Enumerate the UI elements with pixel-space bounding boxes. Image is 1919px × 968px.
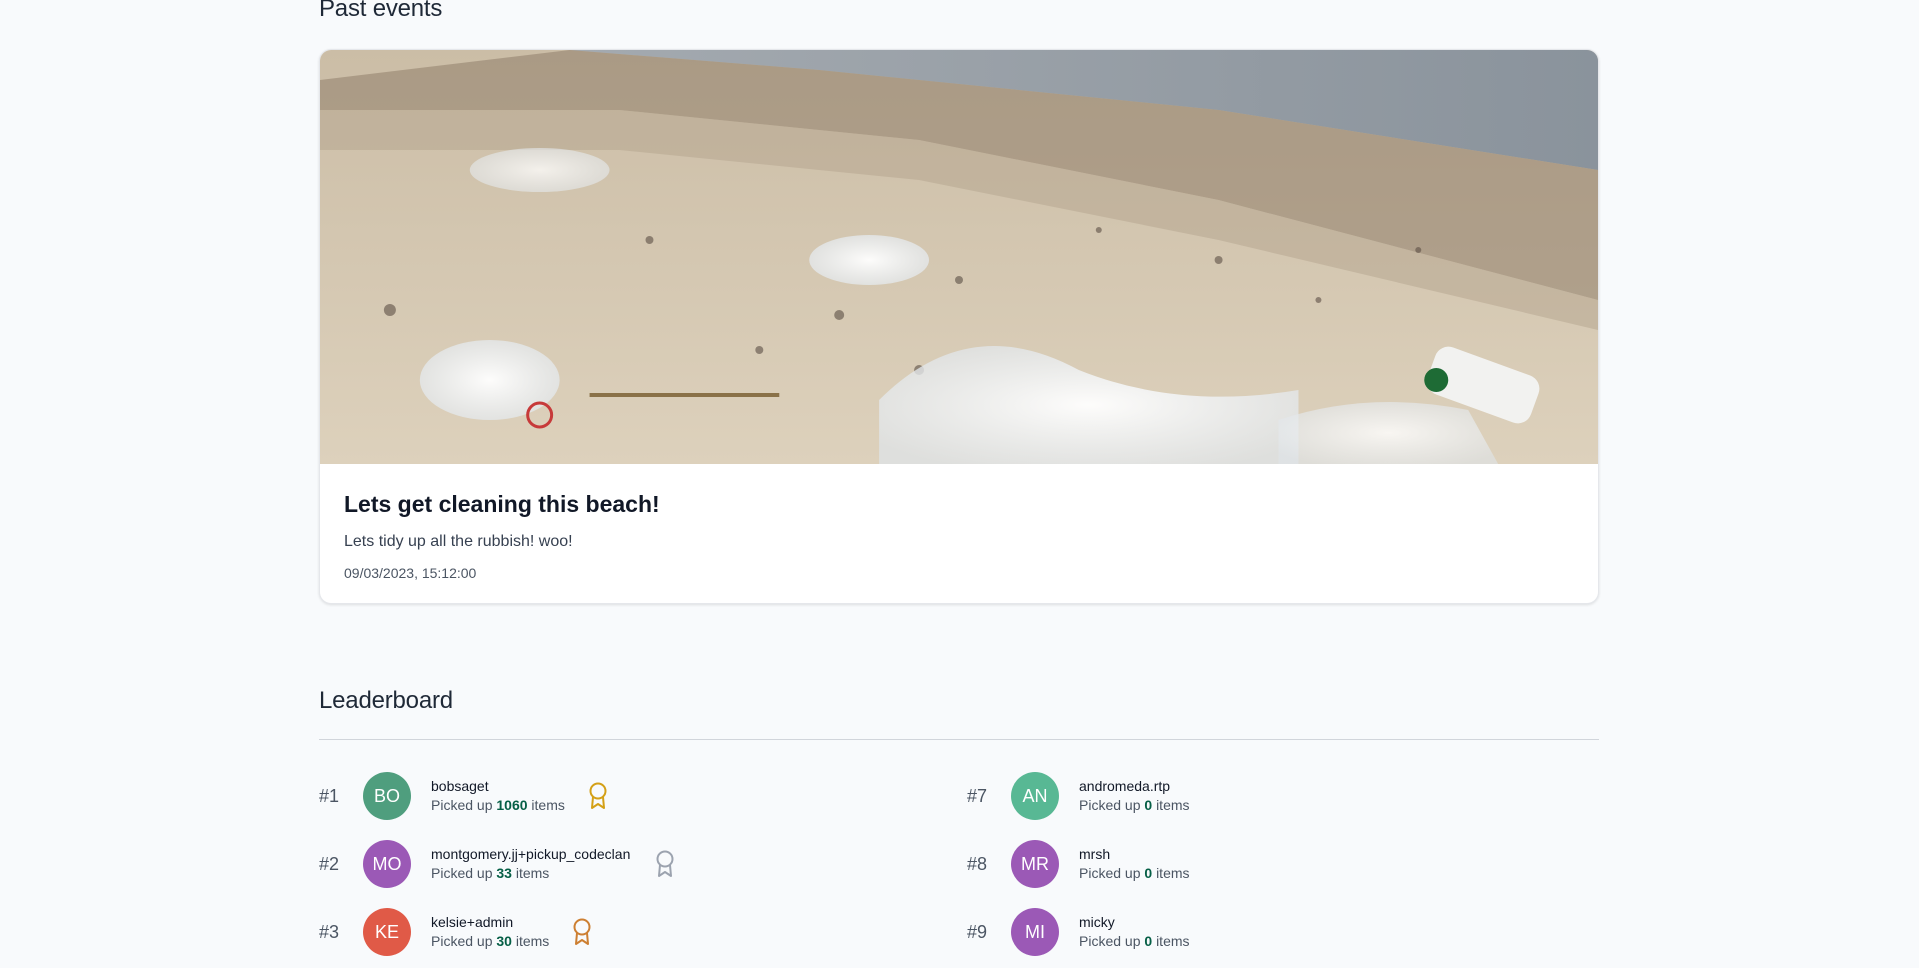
avatar: MR [1011, 840, 1059, 888]
picked-suffix: items [515, 933, 550, 949]
leaderboard-row: #8 MR mrsh Picked up 0 items [967, 840, 1567, 888]
picked-prefix: Picked up [1079, 933, 1141, 949]
leaderboard-username: mrsh [1079, 846, 1111, 862]
items-count: 33 [496, 865, 512, 881]
leaderboard-count-line: Picked up 0 items [1079, 932, 1190, 951]
leaderboard-count-line: Picked up 0 items [1079, 796, 1190, 815]
leaderboard-row: #7 AN andromeda.rtp Picked up 0 items [967, 772, 1567, 820]
avatar-initials: AN [1022, 785, 1048, 806]
picked-suffix: items [1156, 933, 1190, 949]
silver-medal-icon [656, 850, 674, 877]
avatar-initials: BO [373, 785, 400, 806]
picked-suffix: items [1156, 865, 1190, 881]
leaderboard-rank: #3 [319, 921, 340, 942]
items-count: 0 [1144, 933, 1153, 949]
leaderboard-info: micky Picked up 0 items [1079, 913, 1190, 951]
event-body: Lets get cleaning this beach! Lets tidy … [320, 464, 1598, 603]
picked-prefix: Picked up [431, 865, 493, 881]
avatar: AN [1011, 772, 1059, 820]
leaderboard-column-right: #7 AN andromeda.rtp Picked up 0 items #8… [967, 772, 1567, 968]
avatar-initials: MO [372, 853, 402, 874]
picked-prefix: Picked up [1079, 865, 1141, 881]
picked-prefix: Picked up [431, 933, 493, 949]
bronze-medal-icon [573, 918, 591, 945]
gold-medal-icon [589, 782, 607, 809]
leaderboard-row: #9 MI micky Picked up 0 items [967, 908, 1567, 956]
leaderboard-rank: #8 [967, 853, 988, 874]
leaderboard-info: kelsie+admin Picked up 30 items [431, 913, 549, 951]
items-count: 0 [1144, 797, 1153, 813]
leaderboard-rank: #2 [319, 853, 340, 874]
avatar: MI [1011, 908, 1059, 956]
avatar: BO [363, 772, 411, 820]
leaderboard-count-line: Picked up 30 items [431, 932, 549, 951]
leaderboard-count-line: Picked up 33 items [431, 864, 630, 883]
past-events-heading: Past events [319, 0, 443, 22]
avatar: KE [363, 908, 411, 956]
picked-suffix: items [515, 865, 550, 881]
avatar-initials: MI [1025, 921, 1045, 942]
picked-suffix: items [531, 797, 565, 813]
items-count: 30 [496, 933, 512, 949]
leaderboard-info: bobsaget Picked up 1060 items [431, 777, 565, 815]
picked-prefix: Picked up [431, 797, 493, 813]
leaderboard-count-line: Picked up 1060 items [431, 796, 565, 815]
event-beach-image [320, 50, 1598, 464]
leaderboard-count-line: Picked up 0 items [1079, 864, 1190, 883]
items-count: 1060 [496, 797, 528, 813]
avatar: MO [363, 840, 411, 888]
leaderboard-divider [319, 739, 1599, 740]
event-title: Lets get cleaning this beach! [344, 491, 660, 517]
event-date: 09/03/2023, 15:12:00 [344, 565, 477, 581]
avatar-initials: KE [374, 921, 399, 942]
leaderboard-username: bobsaget [431, 778, 489, 794]
picked-suffix: items [1156, 797, 1190, 813]
items-count: 0 [1144, 865, 1153, 881]
leaderboard-username: micky [1079, 914, 1115, 930]
leaderboard-info: montgomery.jj+pickup_codeclan Picked up … [431, 845, 630, 883]
leaderboard-username: andromeda.rtp [1079, 778, 1171, 794]
leaderboard-info: andromeda.rtp Picked up 0 items [1079, 777, 1190, 815]
leaderboard-rank: #9 [967, 921, 988, 942]
leaderboard-row: #2 MO montgomery.jj+pickup_codeclan Pick… [319, 840, 919, 888]
picked-prefix: Picked up [1079, 797, 1141, 813]
leaderboard-row: #1 BO bobsaget Picked up 1060 items [319, 772, 919, 820]
event-card[interactable]: Lets get cleaning this beach! Lets tidy … [319, 49, 1599, 604]
leaderboard-username: kelsie+admin [431, 914, 514, 930]
avatar-initials: MR [1021, 853, 1049, 874]
leaderboard-heading: Leaderboard [319, 687, 453, 714]
leaderboard-row: #3 KE kelsie+admin Picked up 30 items [319, 908, 919, 956]
event-description: Lets tidy up all the rubbish! woo! [344, 533, 573, 550]
leaderboard-rank: #7 [967, 785, 988, 806]
leaderboard-info: mrsh Picked up 0 items [1079, 845, 1190, 883]
leaderboard-rank: #1 [319, 785, 340, 806]
leaderboard-column-left: #1 BO bobsaget Picked up 1060 items #2 M… [319, 772, 919, 968]
leaderboard-username: montgomery.jj+pickup_codeclan [431, 846, 631, 862]
